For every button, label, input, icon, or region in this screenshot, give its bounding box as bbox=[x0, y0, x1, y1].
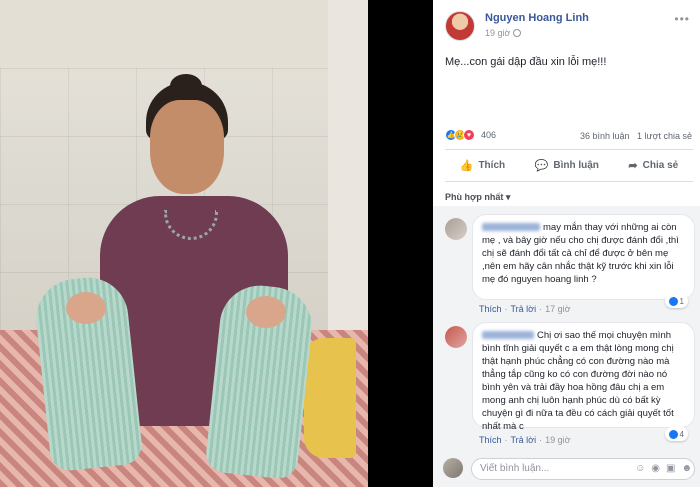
like-reaction-icon bbox=[668, 429, 678, 439]
photo-baby-right-face bbox=[246, 296, 286, 328]
post-photo[interactable] bbox=[0, 0, 368, 487]
comment-like-link[interactable]: Thích bbox=[479, 304, 502, 314]
comment-meta: Thích · Trả lời · 19 giờ bbox=[479, 435, 571, 445]
globe-icon bbox=[513, 29, 522, 37]
post-actions: 👍 Thích 💬 Bình luận ➦ Chia sẻ bbox=[445, 154, 693, 176]
comment-bubble: may mắn thay với những ai còn mẹ , và bâ… bbox=[472, 214, 695, 300]
share-button[interactable]: ➦ Chia sẻ bbox=[628, 154, 678, 176]
sort-comments-dropdown[interactable]: Phù hợp nhất ▾ bbox=[445, 192, 510, 203]
comment-button[interactable]: 💬 Bình luận bbox=[535, 154, 599, 176]
divider bbox=[445, 181, 693, 182]
more-options-icon[interactable]: ••• bbox=[674, 12, 690, 26]
reaction-count: 406 bbox=[481, 130, 497, 140]
commenter-avatar[interactable] bbox=[445, 326, 467, 348]
commenter-name-blurred[interactable] bbox=[482, 331, 534, 340]
post-stats: 36 bình luận 1 lượt chia sẻ bbox=[580, 131, 692, 141]
divider bbox=[445, 149, 693, 150]
comment-button-label: Bình luận bbox=[553, 159, 599, 171]
like-button[interactable]: 👍 Thích bbox=[460, 154, 505, 176]
camera-icon[interactable]: ◉ bbox=[651, 463, 660, 474]
comment-meta: Thích · Trả lời · 17 giờ bbox=[479, 304, 571, 314]
author-avatar[interactable] bbox=[445, 11, 475, 41]
comment-reaction-count: 1 bbox=[679, 296, 684, 306]
post-panel: Nguyen Hoang Linh 19 giờ ••• Mẹ...con gá… bbox=[433, 0, 700, 487]
like-reaction-icon bbox=[668, 296, 678, 306]
composer-tools: ☺ ◉ ▣ ☻ bbox=[635, 463, 692, 474]
commenter-name-blurred[interactable] bbox=[482, 223, 540, 232]
emoji-icon[interactable]: ☺ bbox=[635, 463, 645, 474]
photo-woman-face bbox=[150, 100, 224, 194]
author-name[interactable]: Nguyen Hoang Linh bbox=[485, 12, 589, 24]
sticker-icon[interactable]: ☻ bbox=[681, 463, 692, 474]
comment-count[interactable]: 36 bình luận bbox=[580, 131, 630, 141]
thumbs-up-icon: 👍 bbox=[459, 159, 474, 172]
photo-pillow bbox=[304, 338, 356, 458]
comment-reaction-count: 4 bbox=[679, 429, 684, 439]
comment-reply-link[interactable]: Trả lời bbox=[511, 304, 537, 314]
post-text: Mẹ...con gái dập đầu xin lỗi mẹ!!! bbox=[445, 56, 607, 68]
comment-like-link[interactable]: Thích bbox=[479, 435, 502, 445]
photo-baby-left-face bbox=[66, 292, 106, 324]
gif-icon[interactable]: ▣ bbox=[666, 463, 675, 474]
post-time-label[interactable]: 19 giờ bbox=[485, 28, 510, 38]
share-button-label: Chia sẻ bbox=[642, 159, 679, 171]
love-reaction-icon: ♥ bbox=[463, 129, 475, 141]
comment-time[interactable]: 17 giờ bbox=[545, 304, 570, 314]
comment-reactions[interactable]: 1 bbox=[664, 294, 688, 308]
post-time: 19 giờ bbox=[485, 28, 522, 38]
reaction-summary[interactable]: 👍 😢 ♥ 406 bbox=[445, 129, 496, 141]
comment-time[interactable]: 19 giờ bbox=[545, 435, 570, 445]
photo-wall bbox=[0, 0, 368, 72]
comment-icon: 💬 bbox=[534, 159, 549, 172]
comment-bubble: Chị ơi sao thế mọi chuyện mình bình tĩnh… bbox=[472, 322, 695, 432]
share-count[interactable]: 1 lượt chia sẻ bbox=[637, 131, 692, 141]
photo-woman-bun bbox=[170, 74, 202, 98]
current-user-avatar bbox=[443, 458, 463, 478]
comment-text: may mắn thay với những ai còn mẹ , và bâ… bbox=[482, 222, 679, 285]
comment-reply-link[interactable]: Trả lời bbox=[511, 435, 537, 445]
comment-text: Chị ơi sao thế mọi chuyện mình bình tĩnh… bbox=[482, 330, 674, 432]
share-icon: ➦ bbox=[628, 159, 638, 172]
comment-reactions[interactable]: 4 bbox=[664, 427, 688, 441]
commenter-avatar[interactable] bbox=[445, 218, 467, 240]
like-button-label: Thích bbox=[478, 159, 506, 171]
